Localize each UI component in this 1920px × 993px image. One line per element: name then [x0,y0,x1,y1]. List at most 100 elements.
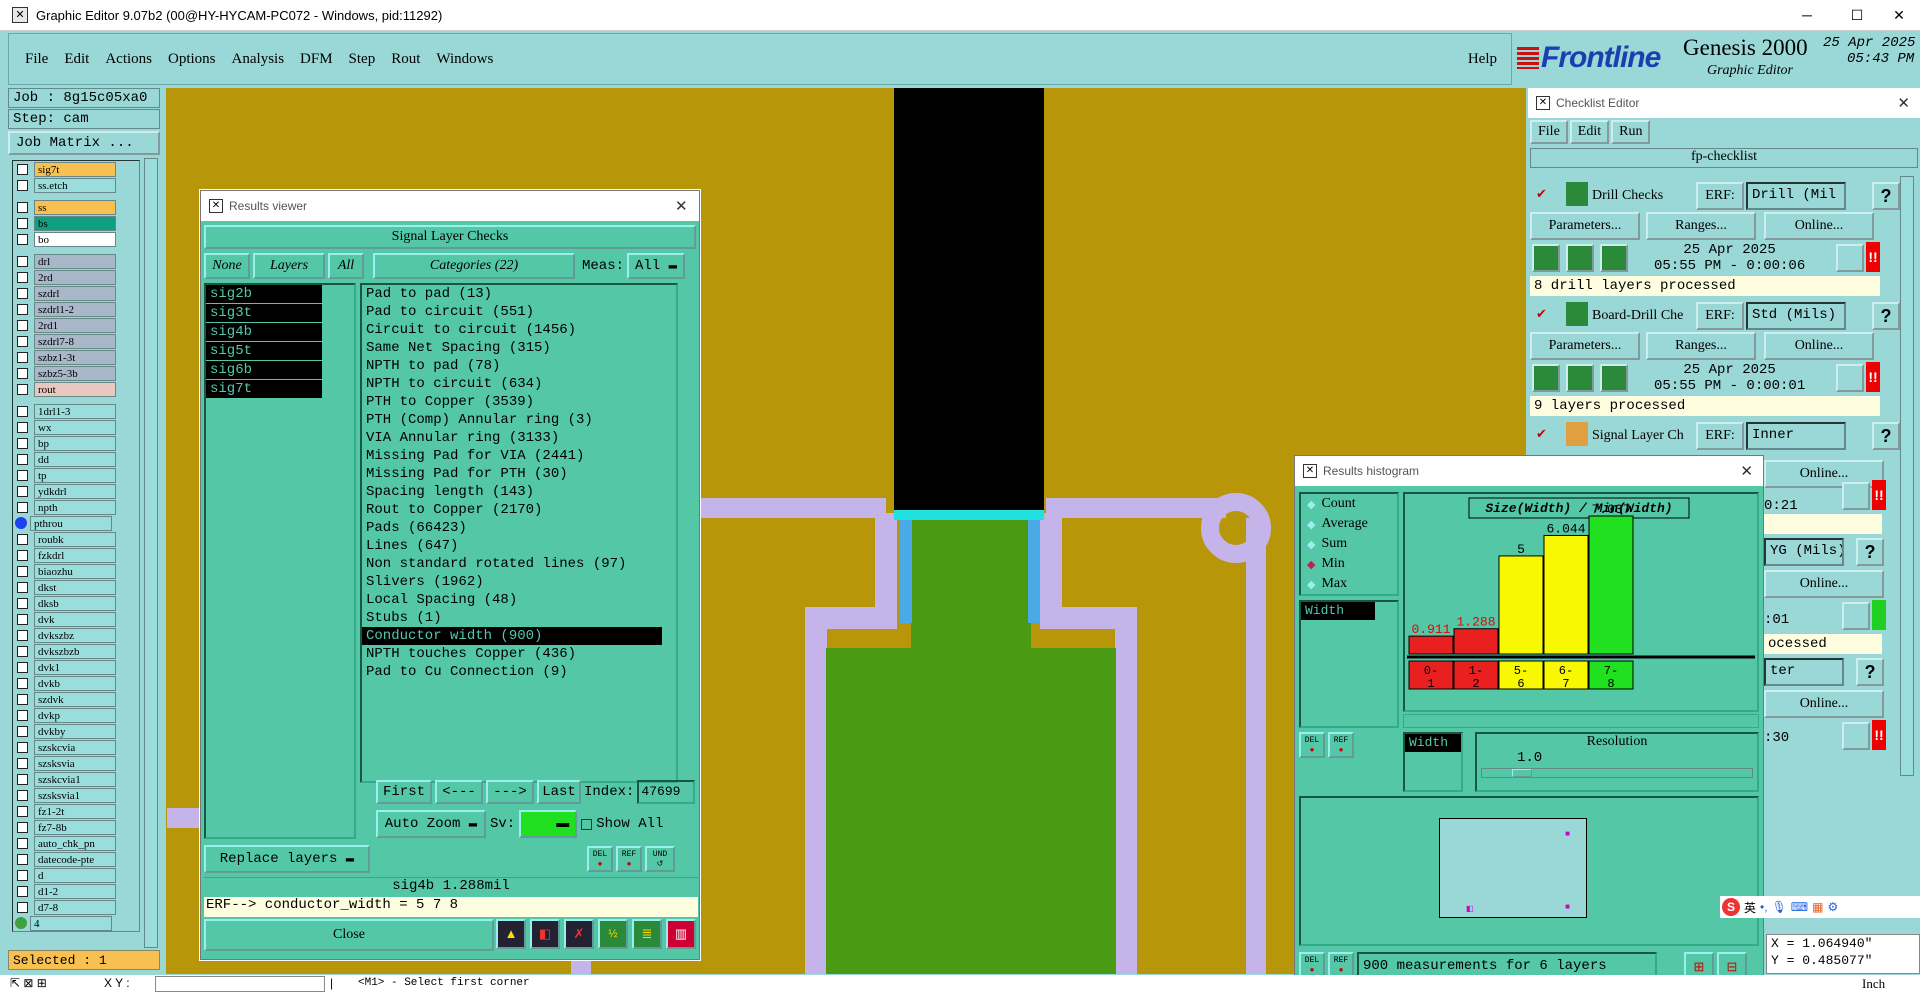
layer-row[interactable]: szskcvia1 [13,771,139,787]
categories-list[interactable]: Pad to pad (13) Pad to circuit (551) Circu… [360,283,678,783]
last-button[interactable]: Last [537,780,581,804]
resolution-list[interactable]: Width [1403,732,1463,792]
histogram-option[interactable]: ◆ Sum [1301,534,1397,554]
check1-run-icon[interactable] [1532,244,1560,272]
layer-checkbox[interactable] [17,469,28,481]
first-button[interactable]: First [376,780,432,804]
menu-edit[interactable]: Edit [64,51,89,68]
hist-ref-button[interactable]: REF ● [1328,732,1354,758]
layer-row[interactable]: fzkdrl [13,547,139,563]
check2-stop-icon[interactable] [1600,364,1628,392]
highlight-tool-icon[interactable]: ▲ [496,919,526,949]
layer-checkbox[interactable] [17,613,28,625]
layer-name[interactable]: sig7t [34,161,116,177]
check4-online-button[interactable]: Online... [1764,570,1884,598]
layer-row[interactable]: szsksvia [13,755,139,771]
layer-name[interactable]: szdrl [34,285,116,301]
layer-name[interactable]: rout [34,381,116,397]
ime-mic-icon[interactable]: 🎙 [1772,900,1787,914]
layer-name[interactable]: dvkby [34,723,116,739]
layer-checkbox[interactable] [17,287,28,299]
layer-row[interactable]: tp [13,467,139,483]
result-layer-item[interactable]: sig2b [206,285,322,303]
close-results-button[interactable]: Close [204,919,494,951]
layer-name[interactable]: ydkdrl [34,483,116,499]
histogram-option[interactable]: ◆ Count [1301,494,1397,514]
histogram-hscroll[interactable] [1403,714,1759,728]
layer-name[interactable]: d [34,867,116,883]
category-item[interactable]: Slivers (1962) [362,573,662,591]
layer-row[interactable]: ydkdrl [13,483,139,499]
layer-checkbox[interactable] [17,367,28,379]
layer-name[interactable]: dvk1 [34,659,116,675]
layer-row[interactable]: dvkby [13,723,139,739]
check3-zoom-icon[interactable] [1842,482,1870,510]
check4-zoom-icon[interactable] [1842,602,1870,630]
layer-name[interactable]: biaozhu [34,563,116,579]
layer-name[interactable]: szdvk [34,691,116,707]
layer-checkbox[interactable] [17,255,28,267]
replace-layers-dropdown[interactable]: Replace layers ▬ [204,845,370,873]
check5-erf-field[interactable]: ter [1764,658,1844,686]
menu-options[interactable]: Options [168,51,216,68]
layer-name[interactable]: d7-8 [34,899,116,915]
notes-tool-icon[interactable]: ≣ [632,919,662,949]
layer-checkbox[interactable] [17,901,28,913]
layer-checkbox[interactable] [17,581,28,593]
result-layer-item[interactable]: sig6b [206,361,322,379]
sv-dropdown[interactable]: ▬ [519,810,578,838]
layer-name[interactable]: szbz1-3t [34,349,116,365]
layer-name[interactable]: fz7-8b [34,819,116,835]
layer-checkbox[interactable] [17,565,28,577]
layer-row[interactable]: dvk [13,611,139,627]
layer-row[interactable]: dkst [13,579,139,595]
category-item[interactable]: NPTH touches Copper (436) [362,645,662,663]
layer-checkbox[interactable] [17,453,28,465]
layer-checkbox[interactable] [17,533,28,545]
check2-help-button[interactable]: ? [1872,302,1900,330]
ime-lang[interactable]: 英 [1744,899,1756,916]
layer-checkbox[interactable] [17,405,28,417]
layer-row[interactable]: bo [13,231,139,247]
layer-checkbox[interactable] [17,885,28,897]
check5-online-button[interactable]: Online... [1764,690,1884,718]
layers-none-button[interactable]: None [204,253,250,279]
resolution-list-item[interactable]: Width [1405,734,1461,752]
check4-erf-field[interactable]: YG (Mils) [1764,538,1844,566]
result-layer-item[interactable]: sig5t [206,342,322,360]
check3-checkbox[interactable]: ✔ [1536,426,1547,442]
layer-name[interactable]: bs [34,215,116,231]
layer-name[interactable]: dvkszbz [34,627,116,643]
layer-checkbox[interactable] [17,853,28,865]
category-item[interactable]: NPTH to pad (78) [362,357,662,375]
resolution-slider-thumb[interactable] [1512,769,1532,777]
check3-help-button[interactable]: ? [1872,422,1900,450]
layer-row[interactable]: pthrou [13,515,139,531]
check1-help-button[interactable]: ? [1872,182,1900,210]
layer-name[interactable]: pthrou [30,515,112,531]
check1-erf-field[interactable]: Drill (Mil [1746,182,1846,210]
undo-button[interactable]: UND ↺ [645,846,675,872]
check2-online-button[interactable]: Online... [1764,332,1874,360]
layer-checkbox[interactable] [17,677,28,689]
layer-name[interactable]: szskcvia [34,739,116,755]
check2-run-icon[interactable] [1532,364,1560,392]
category-item[interactable]: Pad to pad (13) [362,285,662,303]
layer-name[interactable]: dvkszbzb [34,643,116,659]
result-layer-item[interactable]: sig3t [206,304,322,322]
layer-checkbox[interactable] [17,741,28,753]
layer-name[interactable]: datecode-pte [34,851,116,867]
layer-checkbox[interactable] [17,821,28,833]
check3-erf-field[interactable]: Inner [1746,422,1846,450]
layer-row[interactable]: szskcvia [13,739,139,755]
checklist-menu-edit[interactable]: Edit [1569,120,1610,144]
layer-name[interactable]: wx [34,419,116,435]
ime-tools-icon[interactable]: ⚙ [1827,900,1838,914]
layer-name[interactable]: bp [34,435,116,451]
check2-checkbox[interactable]: ✔ [1536,306,1547,322]
ime-keyboard-icon[interactable]: ⌨ [1791,900,1808,914]
layers-button[interactable]: Layers [253,253,325,279]
histogram-list[interactable]: Width [1299,600,1399,728]
next-button[interactable]: ---> [486,780,534,804]
menu-dfm[interactable]: DFM [300,51,333,68]
